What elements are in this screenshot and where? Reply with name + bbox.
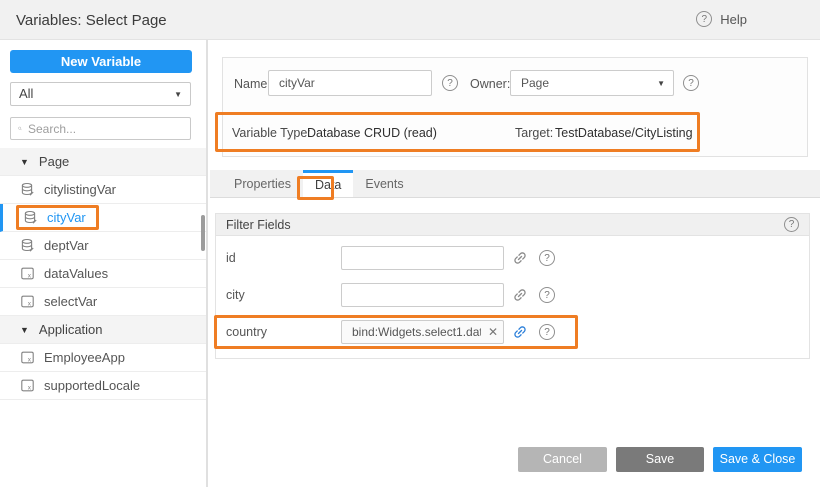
sidebar-item-selectvar[interactable]: x selectVar [0,288,206,316]
tab-events[interactable]: Events [353,170,415,197]
model-variable-icon: x [20,294,35,309]
name-input[interactable] [268,70,432,96]
cancel-button[interactable]: Cancel [518,447,607,472]
bind-link-icon[interactable] [509,284,532,307]
city-field-input[interactable] [341,283,504,307]
owner-select-value: Page [521,76,549,90]
filter-row-country: country ✕ ? [216,320,809,344]
sidebar-item-citylistingvar[interactable]: citylistingVar [0,176,206,204]
search-icon [18,122,22,135]
sidebar-item-employeeapp[interactable]: x EmployeeApp [0,344,206,372]
sidebar-item-label: citylistingVar [44,182,116,197]
id-field-input[interactable] [341,246,504,270]
variable-filter-value: All [19,86,33,101]
variable-detail-panel: Name: * ? Owner: * Page ▼ ? Variable Typ… [210,40,820,487]
filter-fields-title: Filter Fields [226,218,291,232]
help-label: Help [720,12,747,27]
country-field-input[interactable] [341,320,504,344]
field-help-icon[interactable]: ? [539,324,555,340]
bind-link-icon[interactable] [509,247,532,270]
collapse-triangle-icon: ▼ [20,325,29,335]
save-and-close-button[interactable]: Save & Close [713,447,802,472]
name-help-icon[interactable]: ? [442,75,458,91]
tree-section-page[interactable]: ▼ Page [0,148,206,176]
field-help-icon[interactable]: ? [539,287,555,303]
field-label: id [216,251,341,265]
tab-data[interactable]: Data [303,170,353,197]
filter-fields-header: Filter Fields ? [216,214,809,236]
variable-filter-select[interactable]: All ▼ [10,82,191,106]
sidebar-scrollbar-thumb[interactable] [201,215,205,251]
sidebar-item-label: cityVar [47,210,86,225]
sidebar-item-cityvar[interactable]: cityVar [0,204,206,232]
page-title: Variables: Select Page [16,12,167,29]
help-button[interactable]: ? Help [696,11,747,27]
variables-tree: ▼ Page citylistingVar [0,148,206,400]
target-label: Target: [515,126,553,140]
sidebar-item-deptvar[interactable]: deptVar [0,232,206,260]
annotation-box-cityvar: cityVar [16,205,99,230]
field-label: city [216,288,341,302]
model-variable-icon: x [20,378,35,393]
variable-type-value: Database CRUD (read) [307,126,437,140]
model-variable-icon: x [20,266,35,281]
target-value: TestDatabase/CityListing [555,126,693,140]
tab-properties[interactable]: Properties [222,170,303,197]
database-variable-icon [20,238,35,253]
chevron-down-icon: ▼ [657,71,665,97]
collapse-triangle-icon: ▼ [20,157,29,167]
dialog-header: Variables: Select Page ? Help [0,0,820,40]
variables-sidebar: New Variable All ▼ ▼ Page city [0,40,208,487]
sidebar-item-supportedlocale[interactable]: x supportedLocale [0,372,206,400]
tree-section-application[interactable]: ▼ Application [0,316,206,344]
new-variable-button[interactable]: New Variable [10,50,192,73]
clear-binding-icon[interactable]: ✕ [488,324,498,340]
detail-tabbar: Properties Data Events [210,170,820,198]
sidebar-item-label: EmployeeApp [44,350,125,365]
filter-fields-help-icon[interactable]: ? [784,217,799,232]
variable-type-label: Variable Type: [232,126,311,140]
sidebar-item-label: supportedLocale [44,378,140,393]
owner-help-icon[interactable]: ? [683,75,699,91]
tree-section-label: Application [39,322,103,337]
field-help-icon[interactable]: ? [539,250,555,266]
search-box [10,117,191,140]
sidebar-item-label: deptVar [44,238,89,253]
database-variable-icon [20,182,35,197]
filter-fields-panel: Filter Fields ? id ? city ? [215,213,810,359]
database-variable-icon [23,210,38,225]
sidebar-item-datavalues[interactable]: x dataValues [0,260,206,288]
model-variable-icon: x [20,350,35,365]
chevron-down-icon: ▼ [174,83,182,107]
help-icon: ? [696,11,712,27]
search-input[interactable] [28,122,183,136]
field-label: country [216,325,341,339]
filter-row-id: id ? [216,246,809,270]
sidebar-item-label: dataValues [44,266,108,281]
owner-select[interactable]: Page ▼ [510,70,674,96]
bind-link-icon-active[interactable] [509,321,532,344]
filter-row-city: city ? [216,283,809,307]
save-button[interactable]: Save [616,447,704,472]
sidebar-item-label: selectVar [44,294,97,309]
tree-section-label: Page [39,154,69,169]
